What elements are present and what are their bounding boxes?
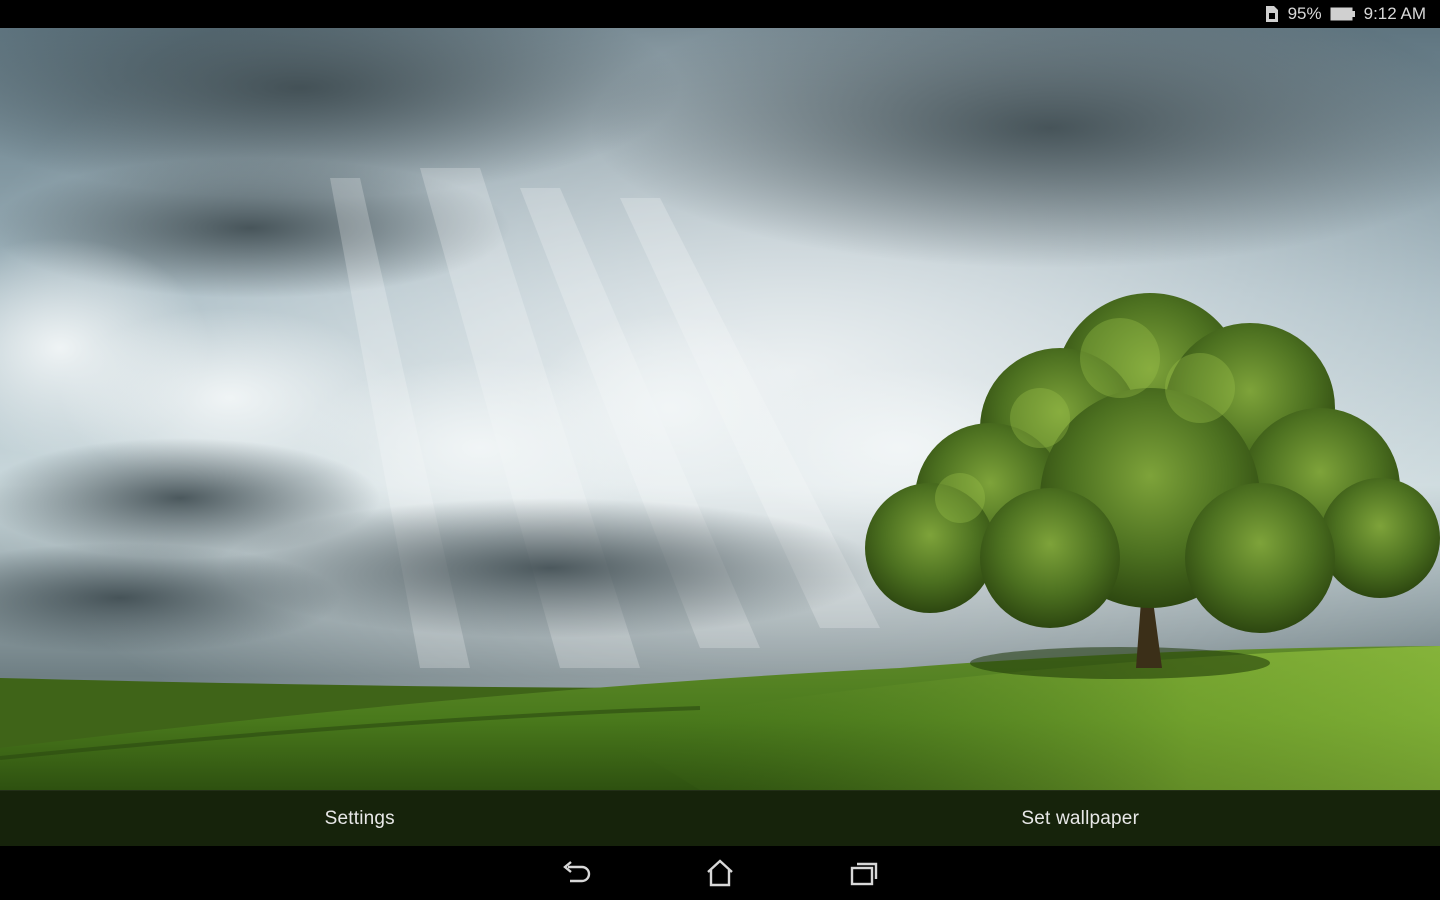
- recent-apps-icon[interactable]: [846, 855, 882, 891]
- home-icon[interactable]: [702, 855, 738, 891]
- battery-icon: [1330, 6, 1356, 22]
- sim-card-icon: [1264, 5, 1280, 23]
- back-icon[interactable]: [558, 855, 594, 891]
- status-bar: 95% 9:12 AM: [0, 0, 1440, 28]
- wallpaper-preview: [0, 28, 1440, 790]
- status-time: 9:12 AM: [1363, 4, 1426, 23]
- settings-button[interactable]: Settings: [0, 791, 721, 846]
- navigation-bar: [0, 846, 1440, 900]
- wallpaper-action-bar: Settings Set wallpaper: [0, 790, 1440, 846]
- battery-percent: 95%: [1287, 4, 1322, 23]
- tree-landscape-wallpaper: [0, 28, 1440, 790]
- set-wallpaper-button[interactable]: Set wallpaper: [721, 791, 1440, 846]
